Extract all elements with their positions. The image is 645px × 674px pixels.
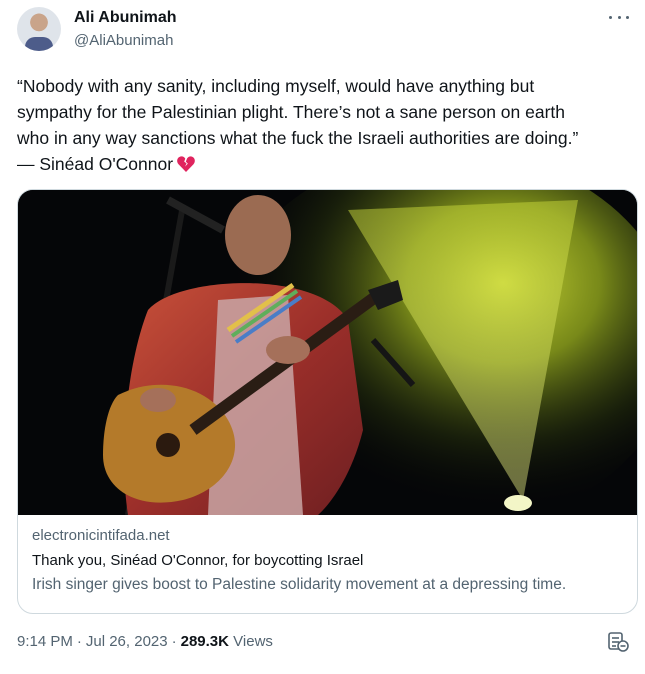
avatar[interactable] [17,7,61,51]
tweet-time[interactable]: 9:14 PM [17,633,73,650]
separator-dot: · [171,633,177,650]
card-title[interactable]: Thank you, Sinéad O'Connor, for boycotti… [32,551,623,571]
card-description: Irish singer gives boost to Palestine so… [32,576,567,593]
dot-icon [609,15,612,19]
concert-photo [18,190,637,515]
separator-dot: · [76,633,82,650]
tweet-text: “Nobody with any sanity, including mysel… [17,73,627,181]
more-options-button[interactable] [609,10,629,24]
tweet-body: “Nobody with any sanity, including mysel… [17,76,579,174]
link-card[interactable]: electronicintifada.net Thank you, Sinéad… [17,189,638,614]
views-label: Views [233,633,273,650]
avatar-shirt [25,37,53,51]
author-block: Ali Abunimah @AliAbunimah [74,8,177,51]
card-domain[interactable]: electronicintifada.net [32,526,623,546]
tweet-metadata: 9:14 PM · Jul 26, 2023 · 289.3K Views [17,632,273,652]
document-list-icon [608,632,629,652]
views-count: 289.3K [180,633,229,650]
broken-heart-icon [176,154,196,181]
author-handle[interactable]: @AliAbunimah [74,31,177,51]
dot-icon [617,15,621,19]
tweet-date[interactable]: Jul 26, 2023 [86,633,168,650]
dot-icon [626,15,629,19]
analytics-button[interactable] [607,631,629,653]
author-display-name[interactable]: Ali Abunimah [74,8,177,28]
card-image[interactable] [18,190,637,515]
card-meta: electronicintifada.net Thank you, Sinéad… [32,526,623,595]
